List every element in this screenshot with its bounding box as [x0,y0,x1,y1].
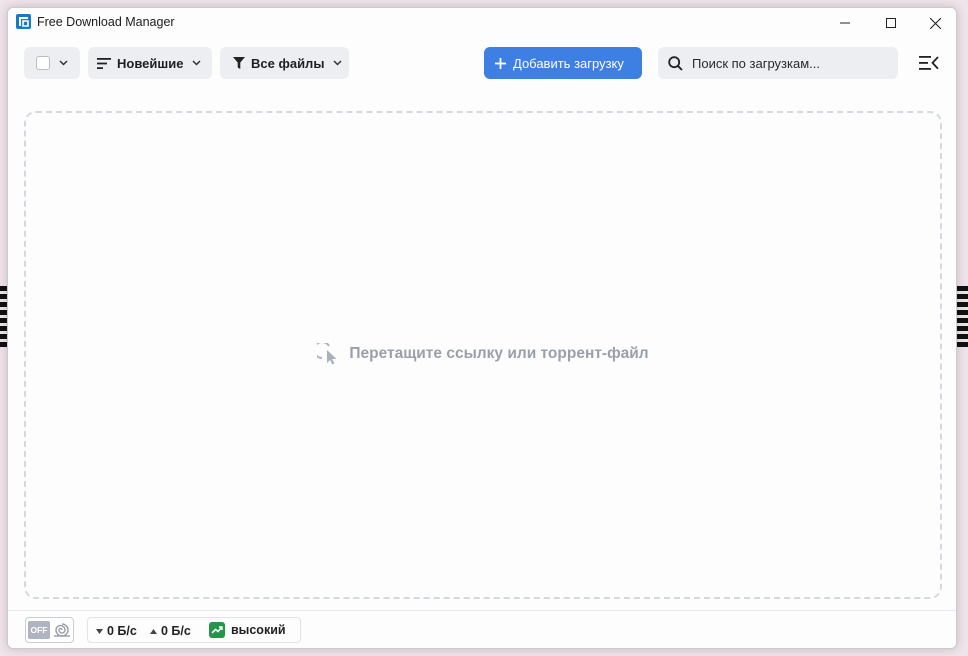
sort-label: Новейшие [117,55,184,71]
drag-cursor-icon [317,343,337,365]
background-stripes-right [957,286,968,350]
fdm-logo-icon [16,14,31,29]
select-all-dropdown[interactable] [24,47,80,79]
drop-zone[interactable]: Перетащите ссылку или торрент-файл [24,111,942,599]
snail-mode-toggle[interactable]: OFF [25,617,74,643]
filter-label: Все файлы [251,55,325,71]
speed-panel[interactable]: 0 Б/с 0 Б/с высокий [87,617,301,643]
priority-label: высокий [231,623,286,637]
maximize-button[interactable] [868,8,914,38]
priority-indicator[interactable]: высокий [209,622,286,638]
chevron-down-icon [192,60,201,66]
upload-speed: 0 Б/с [150,624,191,638]
chevron-down-icon [59,60,68,66]
snail-mode-state: OFF [28,621,50,639]
maximize-icon [886,18,896,28]
search-box[interactable] [658,47,898,79]
title-bar[interactable]: Free Download Manager [8,8,956,38]
download-speed-value: 0 Б/с [107,624,137,638]
priority-high-icon [209,622,225,638]
filter-dropdown[interactable]: Все файлы [220,47,349,79]
snail-icon [54,623,70,637]
download-speed: 0 Б/с [96,624,137,638]
app-window: Free Download Manager Новейшие Все файлы… [7,7,957,649]
add-download-button[interactable]: Добавить загрузку [484,47,642,79]
search-icon [668,56,683,71]
add-download-label: Добавить загрузку [513,55,624,71]
minimize-button[interactable] [822,8,868,38]
minimize-icon [840,22,850,24]
close-button[interactable] [912,8,956,38]
arrow-down-icon [96,628,103,634]
search-input[interactable] [692,47,892,79]
upload-speed-value: 0 Б/с [161,624,191,638]
chevron-down-icon [333,60,342,66]
drop-hint-text: Перетащите ссылку или торрент-файл [349,345,649,362]
plus-icon [495,57,506,69]
select-all-checkbox[interactable] [36,56,50,70]
sort-icon [97,57,111,69]
arrow-up-icon [150,628,157,634]
drop-hint: Перетащите ссылку или торрент-файл [26,343,940,365]
status-bar: OFF 0 Б/с 0 Б/с высокий [8,610,956,648]
window-title: Free Download Manager [37,15,175,29]
menu-toggle-icon[interactable] [918,53,940,73]
close-icon [929,17,941,29]
sort-dropdown[interactable]: Новейшие [88,47,212,79]
filter-icon [233,57,245,69]
